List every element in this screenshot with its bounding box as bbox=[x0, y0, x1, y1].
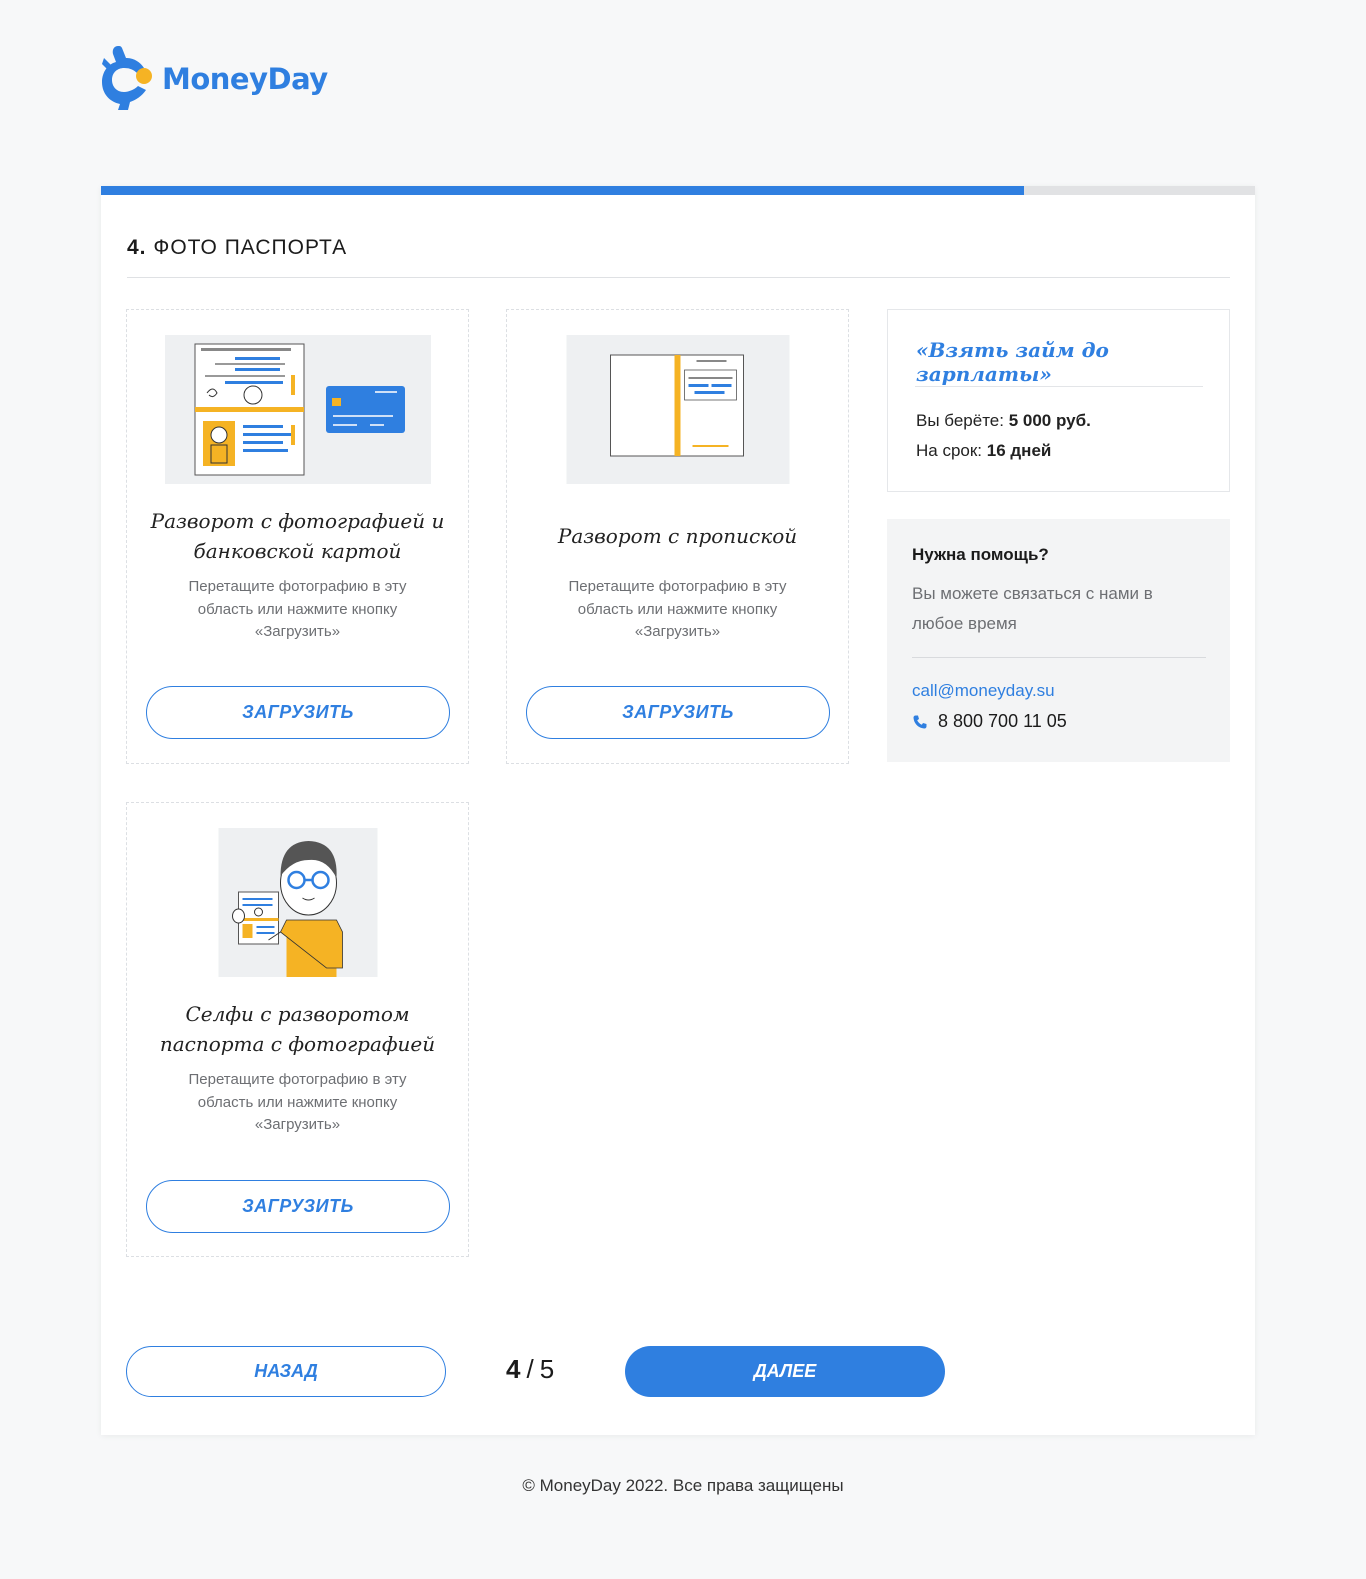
loan-divider bbox=[915, 386, 1203, 387]
next-button[interactable]: ДАЛЕЕ bbox=[625, 1346, 945, 1397]
loan-amount: Вы берёте: 5 000 руб. bbox=[916, 411, 1091, 431]
loan-title: «Взять займ до зарплаты» bbox=[916, 338, 1109, 386]
step-name: ФОТО ПАСПОРТА bbox=[153, 236, 348, 259]
loan-term-value: 16 дней bbox=[986, 441, 1052, 460]
upload-button[interactable]: ЗАГРУЗИТЬ bbox=[526, 686, 830, 739]
passport-registration-page-icon bbox=[566, 335, 789, 484]
moneyday-logo-icon bbox=[102, 46, 152, 110]
form-panel: 4. ФОТО ПАСПОРТА Разворот с фотографией … bbox=[101, 186, 1255, 1435]
footer-copyright: © MoneyDay 2022. Все права защищены bbox=[522, 1476, 844, 1495]
help-text: Вы можете связаться с нами в любое время bbox=[912, 584, 1153, 633]
step-number: 4. bbox=[127, 236, 147, 259]
card-title: Селфи с разворотом паспорта с фотографие… bbox=[159, 1002, 436, 1056]
upload-card-registration[interactable]: Разворот с пропиской Перетащите фотограф… bbox=[506, 309, 849, 764]
upload-button[interactable]: ЗАГРУЗИТЬ bbox=[146, 686, 450, 739]
upload-button[interactable]: ЗАГРУЗИТЬ bbox=[146, 1180, 450, 1233]
selfie-with-passport-icon bbox=[218, 828, 377, 977]
phone-icon bbox=[913, 715, 927, 728]
loan-summary: «Взять займ до зарплаты» Вы берёте: 5 00… bbox=[887, 309, 1230, 492]
loan-amount-value: 5 000 руб. bbox=[1008, 411, 1091, 430]
help-box: Нужна помощь? Вы можете связаться с нами… bbox=[887, 519, 1230, 762]
card-title: Разворот с фотографией и банковской карт… bbox=[150, 509, 445, 563]
progress-bar bbox=[101, 186, 1255, 195]
title-divider bbox=[127, 277, 1230, 278]
card-title: Разворот с пропиской bbox=[557, 524, 798, 548]
pager-separator: / bbox=[526, 1354, 534, 1384]
card-hint: Перетащите фотографию в эту область или … bbox=[568, 578, 787, 640]
loan-amount-label: Вы берёте: bbox=[916, 411, 1009, 430]
card-hint: Перетащите фотографию в эту область или … bbox=[188, 1071, 407, 1133]
logo[interactable]: MoneyDay bbox=[100, 42, 328, 112]
step-title: 4. ФОТО ПАСПОРТА bbox=[127, 236, 347, 260]
help-phone[interactable]: 8 800 700 11 05 bbox=[912, 711, 1067, 732]
progress-fill bbox=[101, 186, 1025, 195]
back-button[interactable]: НАЗАД bbox=[126, 1346, 446, 1397]
pager-total: 5 bbox=[539, 1354, 555, 1384]
step-pager: 4/5 bbox=[506, 1354, 554, 1385]
loan-term-label: На срок: bbox=[916, 441, 987, 460]
loan-term: На срок: 16 дней bbox=[916, 441, 1051, 461]
help-phone-number: 8 800 700 11 05 bbox=[938, 711, 1067, 731]
card-hint: Перетащите фотографию в эту область или … bbox=[188, 578, 407, 640]
logo-text: MoneyDay bbox=[162, 62, 328, 96]
pager-current: 4 bbox=[506, 1354, 521, 1384]
help-email-link[interactable]: call@moneyday.su bbox=[912, 681, 1055, 701]
passport-with-bank-card-icon bbox=[164, 335, 431, 484]
upload-card-selfie[interactable]: Селфи с разворотом паспорта с фотографие… bbox=[126, 802, 469, 1257]
help-divider bbox=[912, 657, 1206, 658]
upload-card-passport-card[interactable]: Разворот с фотографией и банковской карт… bbox=[126, 309, 469, 764]
help-title: Нужна помощь? bbox=[912, 545, 1049, 564]
